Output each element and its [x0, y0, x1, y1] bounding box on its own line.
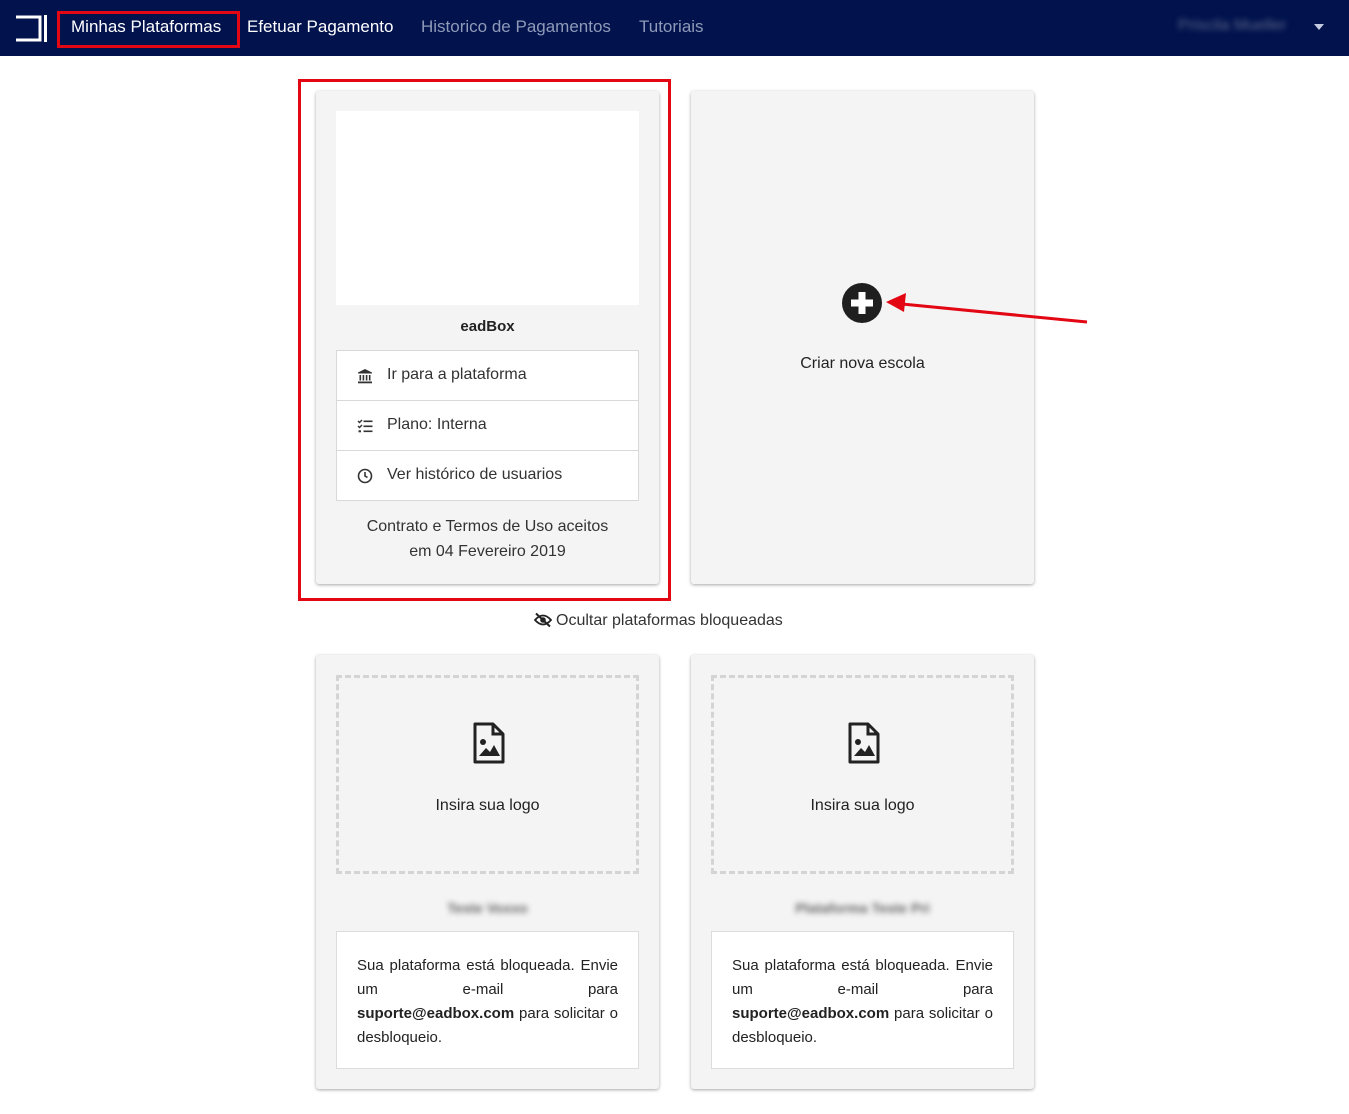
eadbox-logo[interactable]	[16, 15, 48, 42]
create-school-card[interactable]: Criar nova escola	[691, 91, 1034, 584]
support-email: suporte@eadbox.com	[732, 1005, 890, 1022]
platform-name: Teste Voxxo	[447, 900, 528, 916]
blocked-platform-card: Insira sua logo Plataforma Teste Pri Sua…	[691, 655, 1034, 1089]
nav-efetuar-pagamento[interactable]: Efetuar Pagamento	[247, 17, 393, 37]
support-email: suporte@eadbox.com	[357, 1005, 515, 1022]
eye-slash-icon	[533, 612, 553, 628]
hide-blocked-label: Ocultar plataformas bloqueadas	[556, 612, 783, 629]
annotation-highlight-nav	[57, 11, 240, 48]
blocked-platform-card: Insira sua logo Teste Voxxo Sua platafor…	[316, 655, 659, 1089]
blocked-message: Sua plataforma está bloqueada. Envie um …	[711, 931, 1014, 1069]
nav-tutoriais[interactable]: Tutoriais	[639, 17, 704, 37]
annotation-arrow	[886, 293, 1088, 324]
blocked-message-start: Sua plataforma está bloqueada. Envie um …	[357, 957, 618, 998]
hide-blocked-platforms-link[interactable]: Ocultar plataformas bloqueadas	[533, 612, 783, 630]
nav-historico-pagamentos[interactable]: Historico de Pagamentos	[421, 17, 611, 37]
logo-upload-area[interactable]: Insira sua logo	[711, 675, 1014, 874]
create-school-label[interactable]: Criar nova escola	[691, 355, 1034, 373]
blocked-message: Sua plataforma está bloqueada. Envie um …	[336, 931, 639, 1069]
insert-logo-label: Insira sua logo	[810, 797, 915, 814]
file-image-icon	[848, 722, 880, 764]
platform-name: Plataforma Teste Pri	[795, 900, 930, 916]
logo-upload-area[interactable]: Insira sua logo	[336, 675, 639, 874]
user-menu[interactable]: Priscila Mueller	[1178, 17, 1286, 35]
caret-down-icon[interactable]	[1314, 24, 1324, 30]
file-image-icon	[473, 722, 505, 764]
plus-circle-icon[interactable]	[842, 283, 882, 323]
annotation-highlight-card	[298, 79, 671, 601]
blocked-message-start: Sua plataforma está bloqueada. Envie um …	[732, 957, 993, 998]
insert-logo-label: Insira sua logo	[435, 797, 540, 814]
